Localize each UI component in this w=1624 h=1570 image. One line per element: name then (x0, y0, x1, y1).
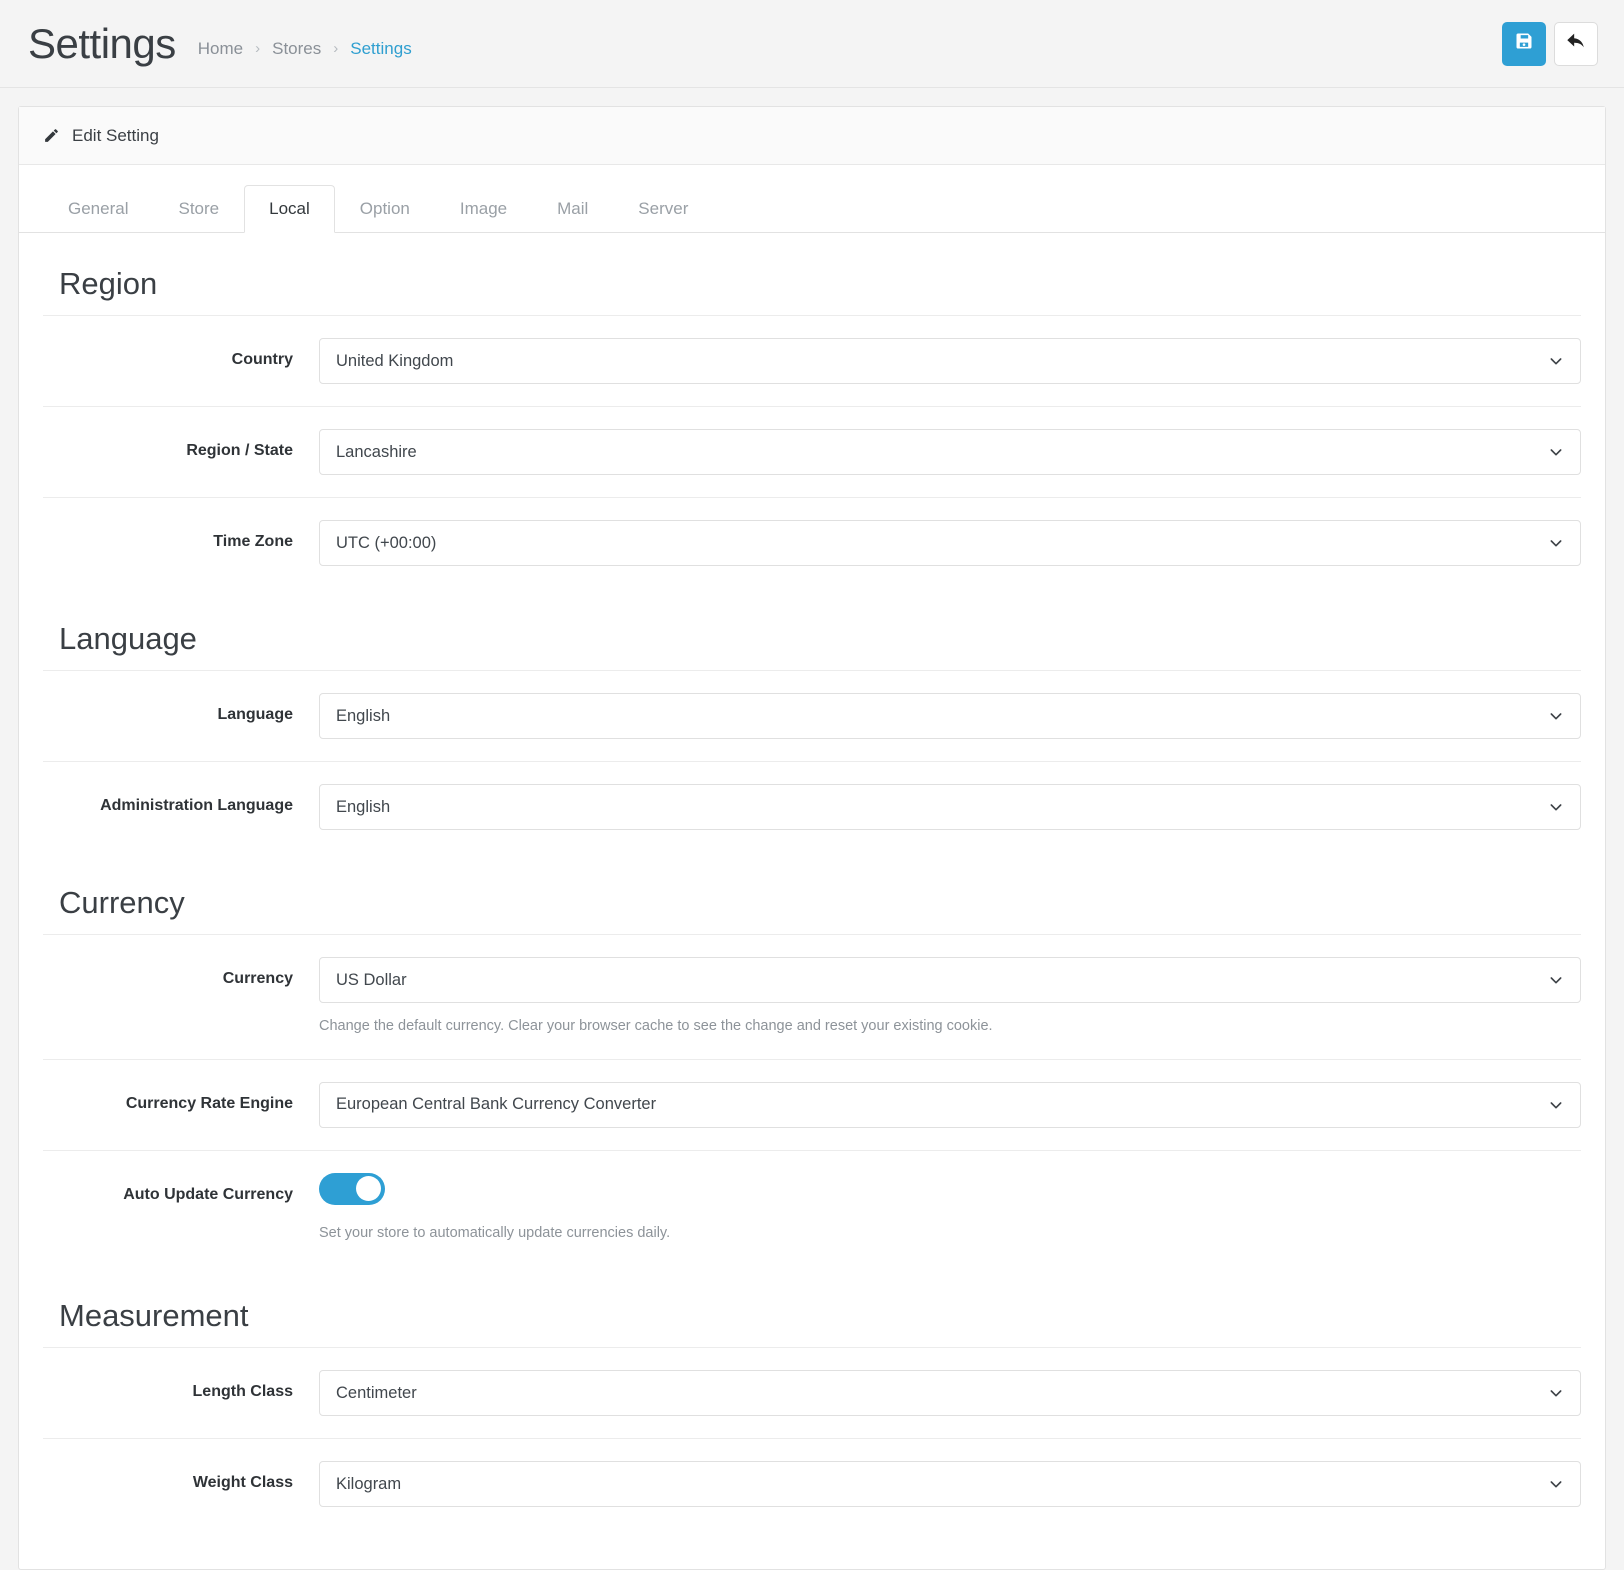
back-button[interactable] (1554, 21, 1598, 66)
label-time-zone: Time Zone (213, 533, 293, 551)
tab-store[interactable]: Store (153, 185, 244, 233)
page-header: Settings Home › Stores › Settings (0, 0, 1624, 88)
form-row-currency: Currency US Dollar Change the default cu… (43, 935, 1581, 1060)
card-header-title: Edit Setting (72, 125, 159, 145)
toggle-auto-update-currency[interactable] (319, 1172, 385, 1205)
pencil-icon (43, 127, 60, 144)
label-region-state: Region / State (186, 442, 293, 460)
label-length-class: Length Class (192, 1383, 293, 1401)
help-text-currency: Change the default currency. Clear your … (319, 1018, 993, 1035)
chevron-down-icon (1548, 1476, 1564, 1492)
back-arrow-icon (1565, 30, 1587, 57)
select-language-value: English (336, 706, 391, 725)
select-currency-rate-engine[interactable]: European Central Bank Currency Converter (319, 1081, 1581, 1128)
form-row-currency-rate-engine: Currency Rate Engine European Central Ba… (43, 1060, 1581, 1151)
form-row-length-class: Length Class Centimeter (43, 1348, 1581, 1440)
select-weight-class-value: Kilogram (336, 1474, 402, 1493)
select-region-state-value: Lancashire (336, 442, 417, 461)
label-auto-update-currency: Auto Update Currency (123, 1185, 293, 1203)
form-row-auto-update-currency: Auto Update Currency Set your store to a… (43, 1151, 1581, 1265)
tab-image[interactable]: Image (435, 185, 532, 233)
chevron-down-icon (1548, 535, 1564, 551)
select-time-zone-value: UTC (+00:00) (336, 533, 437, 552)
form-row-weight-class: Weight Class Kilogram (43, 1439, 1581, 1529)
select-language[interactable]: English (319, 693, 1581, 740)
select-region-state[interactable]: Lancashire (319, 429, 1581, 476)
breadcrumb-item-settings[interactable]: Settings (350, 39, 411, 59)
label-administration-language: Administration Language (100, 797, 293, 815)
select-currency[interactable]: US Dollar (319, 957, 1581, 1004)
breadcrumb-item-stores[interactable]: Stores (272, 39, 321, 59)
tab-bar: General Store Local Option Image Mail Se… (19, 165, 1605, 234)
select-currency-value: US Dollar (336, 970, 407, 989)
chevron-down-icon (1548, 1097, 1564, 1113)
header-actions (1502, 21, 1598, 66)
chevron-down-icon (1548, 444, 1564, 460)
tab-local[interactable]: Local (244, 185, 335, 234)
save-button[interactable] (1502, 21, 1546, 66)
page-title: Settings (28, 19, 176, 67)
toggle-knob (356, 1176, 381, 1202)
help-text-auto-update-currency: Set your store to automatically update c… (319, 1224, 671, 1241)
tab-general[interactable]: General (43, 185, 153, 233)
chevron-down-icon (1548, 708, 1564, 724)
card-header: Edit Setting (19, 107, 1605, 165)
select-country[interactable]: United Kingdom (319, 338, 1581, 385)
chevron-down-icon (1548, 972, 1564, 988)
label-currency-rate-engine: Currency Rate Engine (125, 1094, 293, 1112)
select-administration-language-value: English (336, 797, 391, 816)
select-weight-class[interactable]: Kilogram (319, 1461, 1581, 1508)
breadcrumb-separator-icon: › (255, 40, 261, 57)
select-length-class[interactable]: Centimeter (319, 1370, 1581, 1417)
label-language: Language (217, 706, 293, 724)
select-country-value: United Kingdom (336, 351, 454, 370)
chevron-down-icon (1548, 1385, 1564, 1401)
breadcrumb-item-home[interactable]: Home (198, 39, 243, 59)
select-currency-rate-engine-value: European Central Bank Currency Converter (336, 1095, 657, 1114)
breadcrumb: Home › Stores › Settings (198, 29, 412, 59)
section-title-currency: Currency (43, 852, 1581, 936)
save-icon (1514, 31, 1534, 56)
card-body: General Store Local Option Image Mail Se… (19, 165, 1605, 1569)
label-weight-class: Weight Class (192, 1474, 293, 1492)
section-title-measurement: Measurement (43, 1265, 1581, 1349)
tab-mail[interactable]: Mail (532, 185, 613, 233)
form-row-country: Country United Kingdom (43, 316, 1581, 408)
label-currency: Currency (222, 970, 293, 988)
form-row-language: Language English (43, 671, 1581, 763)
form-row-time-zone: Time Zone UTC (+00:00) (43, 498, 1581, 588)
tab-server[interactable]: Server (613, 185, 713, 233)
form-row-region-state: Region / State Lancashire (43, 407, 1581, 499)
edit-setting-card: Edit Setting General Store Local Option … (18, 106, 1606, 1570)
breadcrumb-separator-icon: › (333, 40, 339, 57)
section-title-region: Region (43, 233, 1581, 317)
section-title-language: Language (43, 588, 1581, 672)
chevron-down-icon (1548, 799, 1564, 815)
label-country: Country (231, 351, 293, 369)
select-time-zone[interactable]: UTC (+00:00) (319, 520, 1581, 567)
form-row-administration-language: Administration Language English (43, 762, 1581, 852)
select-length-class-value: Centimeter (336, 1383, 417, 1402)
tab-option[interactable]: Option (335, 185, 435, 233)
select-administration-language[interactable]: English (319, 784, 1581, 831)
chevron-down-icon (1548, 353, 1564, 369)
